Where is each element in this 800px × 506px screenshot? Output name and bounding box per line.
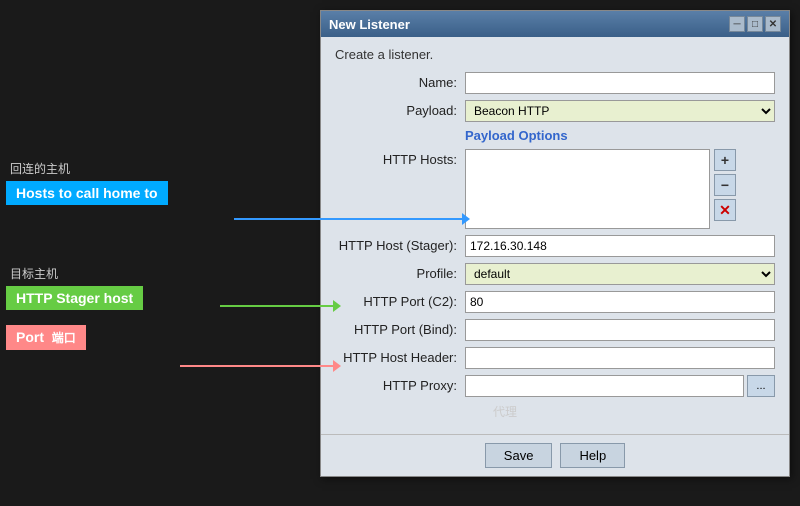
- hosts-textarea-container: + − ✕: [465, 149, 736, 229]
- remove-host-button[interactable]: −: [714, 174, 736, 196]
- minimize-button[interactable]: ─: [729, 16, 745, 32]
- http-port-bind-input[interactable]: [465, 319, 775, 341]
- clear-hosts-button[interactable]: ✕: [714, 199, 736, 221]
- http-host-header-row: HTTP Host Header:: [335, 347, 775, 369]
- dialog-titlebar: New Listener ─ □ ✕: [321, 11, 789, 37]
- http-hosts-label: HTTP Hosts:: [335, 149, 465, 167]
- hosts-chinese-label: 回连的主机: [10, 160, 70, 177]
- http-hosts-row: HTTP Hosts: + − ✕: [335, 149, 775, 229]
- http-port-bind-label: HTTP Port (Bind):: [335, 319, 465, 337]
- close-button[interactable]: ✕: [765, 16, 781, 32]
- http-proxy-input[interactable]: [465, 375, 744, 397]
- http-host-header-input[interactable]: [465, 347, 775, 369]
- proxy-chinese-label: 代理: [465, 403, 545, 420]
- add-host-button[interactable]: +: [714, 149, 736, 171]
- dialog-content: Create a listener. Name: Payload: Beacon…: [321, 37, 789, 434]
- http-port-bind-row: HTTP Port (Bind):: [335, 319, 775, 341]
- dialog-title: New Listener: [329, 17, 410, 32]
- http-host-header-label: HTTP Host Header:: [335, 347, 465, 365]
- http-host-stager-input[interactable]: [465, 235, 775, 257]
- titlebar-buttons: ─ □ ✕: [729, 16, 781, 32]
- profile-select[interactable]: default: [465, 263, 775, 285]
- http-hosts-textarea[interactable]: [465, 149, 710, 229]
- stager-chinese-label: 目标主机: [10, 265, 58, 282]
- proxy-input-container: ...: [465, 375, 775, 397]
- hosts-arrow: [234, 218, 464, 220]
- name-input[interactable]: [465, 72, 775, 94]
- maximize-button[interactable]: □: [747, 16, 763, 32]
- save-button[interactable]: Save: [485, 443, 553, 468]
- payload-options-label: Payload Options: [335, 128, 775, 143]
- http-host-stager-label: HTTP Host (Stager):: [335, 235, 465, 253]
- stager-arrow: [220, 305, 335, 307]
- stager-annotation-label: HTTP Stager host: [6, 286, 143, 310]
- payload-label: Payload:: [335, 100, 465, 118]
- proxy-browse-button[interactable]: ...: [747, 375, 775, 397]
- profile-row: Profile: default: [335, 263, 775, 285]
- http-host-stager-row: HTTP Host (Stager):: [335, 235, 775, 257]
- http-proxy-row: HTTP Proxy: ...: [335, 375, 775, 397]
- payload-row: Payload: Beacon HTTP: [335, 100, 775, 122]
- http-port-c2-input[interactable]: [465, 291, 775, 313]
- hosts-annotation-label: Hosts to call home to: [6, 181, 168, 205]
- http-proxy-label: HTTP Proxy:: [335, 375, 465, 393]
- name-label: Name:: [335, 72, 465, 90]
- payload-select[interactable]: Beacon HTTP: [465, 100, 775, 122]
- help-button[interactable]: Help: [560, 443, 625, 468]
- port-annotation-label: Port 端口: [6, 325, 86, 350]
- http-port-c2-label: HTTP Port (C2):: [335, 291, 465, 309]
- dialog-subtitle: Create a listener.: [335, 47, 775, 62]
- dialog-footer: Save Help: [321, 434, 789, 476]
- name-row: Name:: [335, 72, 775, 94]
- hosts-buttons: + − ✕: [714, 149, 736, 229]
- port-arrow: [180, 365, 335, 367]
- profile-label: Profile:: [335, 263, 465, 281]
- new-listener-dialog: New Listener ─ □ ✕ Create a listener. Na…: [320, 10, 790, 477]
- http-port-c2-row: HTTP Port (C2):: [335, 291, 775, 313]
